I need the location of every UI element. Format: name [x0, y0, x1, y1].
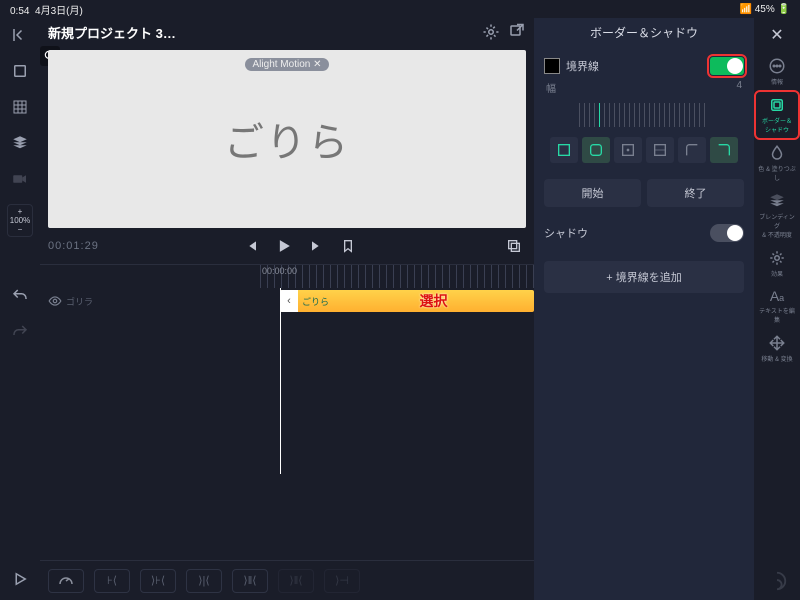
timeline[interactable]: ゴリラ ‹ ごりら 選択	[40, 288, 534, 560]
close-icon[interactable]: ✕	[766, 24, 788, 46]
bookmark-icon[interactable]	[336, 234, 360, 258]
split2-icon[interactable]: ⟩‖⟨	[232, 569, 268, 593]
sparkle-icon	[768, 249, 786, 267]
settings-icon[interactable]	[482, 23, 500, 41]
play-outline-icon[interactable]	[9, 568, 31, 590]
edit-toolbar: ⊦⟨ ⟩⊦⟨ ⟩|⟨ ⟩‖⟨ ⟩‖⟨ ⟩⊣	[40, 560, 534, 600]
width-slider[interactable]	[544, 97, 744, 133]
move-icon	[768, 334, 786, 352]
project-title[interactable]: 新規プロジェクト 3…	[48, 23, 474, 42]
undo-icon[interactable]	[9, 285, 31, 307]
zoom-value: 100%	[10, 216, 30, 225]
radial-icon[interactable]	[766, 570, 788, 592]
style-6[interactable]	[710, 137, 738, 163]
speed-icon[interactable]	[48, 569, 84, 593]
border-color-swatch[interactable]	[544, 58, 560, 74]
border-label: 境界線	[566, 58, 599, 74]
clip-name: ごりら	[298, 295, 333, 308]
play-icon[interactable]	[272, 234, 296, 258]
layers-stack-icon[interactable]	[9, 132, 31, 154]
trim-end-icon[interactable]: ⟩⊣	[324, 569, 360, 593]
zoom-control[interactable]: + 100% −	[7, 204, 33, 237]
redo-icon[interactable]	[9, 321, 31, 343]
status-right: 📶 45% 🔋	[740, 4, 790, 15]
preview-canvas[interactable]: Alight Motion ✕ ごりら	[48, 50, 526, 228]
add-border-button[interactable]: + 境界線を追加	[544, 261, 744, 293]
end-button[interactable]: 終了	[647, 179, 744, 207]
dots-icon	[768, 57, 786, 75]
shadow-label: シャドウ	[544, 225, 588, 241]
status-bar: 0:54 4月3日(月) 📶 45% 🔋	[0, 0, 800, 18]
timeline-clip[interactable]: ‹ ごりら 選択	[280, 290, 534, 312]
back-icon[interactable]	[9, 24, 31, 46]
text-icon: Aa	[770, 288, 784, 304]
shadow-toggle[interactable]	[710, 224, 744, 242]
split-icon[interactable]: ⟩|⟨	[186, 569, 222, 593]
effects-item[interactable]: 効果	[757, 246, 797, 281]
selection-overlay: 選択	[333, 291, 534, 311]
camera-icon[interactable]	[9, 168, 31, 190]
right-toolbar: ✕ 情報 ボーダー＆ シャドウ 色 & 塗りつぶし ブレンディング & 不透明度…	[754, 18, 800, 600]
width-label: 幅	[546, 80, 556, 95]
split3-icon[interactable]: ⟩‖⟨	[278, 569, 314, 593]
ruler-label: 00:00:00	[262, 266, 297, 276]
layers-icon	[768, 192, 786, 210]
transform-item[interactable]: 移動 & 変換	[757, 331, 797, 366]
layer-icon[interactable]	[9, 60, 31, 82]
edit-text-item[interactable]: Aa テキストを編集	[757, 285, 797, 327]
timeline-track[interactable]: ゴリラ ‹ ごりら 選択	[40, 288, 534, 314]
trim-start-icon[interactable]: ⊦⟨	[94, 569, 130, 593]
preview-text: ごりら	[224, 110, 350, 168]
transport-bar: 00:01:29	[40, 228, 534, 264]
playhead[interactable]	[280, 288, 281, 474]
style-1[interactable]	[550, 137, 578, 163]
properties-panel: ボーダー＆シャドウ 境界線 幅 4	[534, 18, 754, 600]
next-frame-icon[interactable]	[304, 234, 328, 258]
panel-title: ボーダー＆シャドウ	[534, 18, 754, 46]
style-3[interactable]	[614, 137, 642, 163]
fill-item[interactable]: 色 & 塗りつぶし	[757, 141, 797, 185]
prev-frame-icon[interactable]	[240, 234, 264, 258]
style-2[interactable]	[582, 137, 610, 163]
start-button[interactable]: 開始	[544, 179, 641, 207]
blend-item[interactable]: ブレンディング & 不透明度	[757, 189, 797, 242]
style-5[interactable]	[678, 137, 706, 163]
border-icon	[768, 96, 786, 114]
export-icon[interactable]	[508, 23, 526, 41]
zoom-minus[interactable]: −	[18, 225, 23, 234]
trim-tool-icon[interactable]: ⟩⊦⟨	[140, 569, 176, 593]
info-item[interactable]: 情報	[757, 54, 797, 89]
watermark-tag[interactable]: Alight Motion ✕	[245, 58, 330, 71]
zoom-plus[interactable]: +	[18, 207, 23, 216]
grid-icon[interactable]	[9, 96, 31, 118]
copy-icon[interactable]	[502, 234, 526, 258]
timecode: 00:01:29	[48, 240, 99, 252]
border-shadow-item[interactable]: ボーダー＆ シャドウ	[757, 93, 797, 137]
style-4[interactable]	[646, 137, 674, 163]
timeline-ruler[interactable]: 00:00:00	[40, 264, 534, 288]
border-toggle[interactable]	[710, 57, 744, 75]
left-toolbar: + 100% −	[0, 18, 40, 600]
status-date: 4月3日(月)	[35, 6, 83, 17]
top-bar: 新規プロジェクト 3…	[40, 18, 534, 46]
width-value: 4	[736, 80, 742, 95]
border-style-row	[544, 133, 744, 167]
status-time: 0:54	[10, 6, 29, 17]
track-label: ゴリラ	[66, 295, 93, 308]
clip-expand-icon[interactable]: ‹	[280, 290, 298, 312]
droplet-icon	[768, 144, 786, 162]
eye-icon[interactable]	[48, 294, 62, 308]
